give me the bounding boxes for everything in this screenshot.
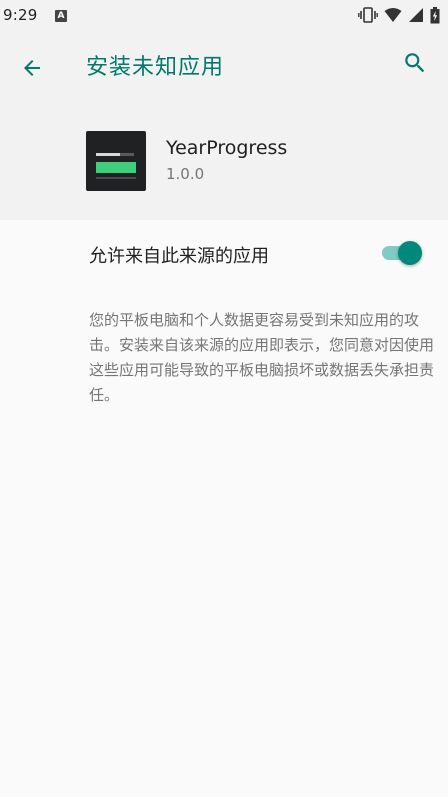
app-name: YearProgress — [166, 137, 288, 159]
search-button[interactable] — [400, 50, 430, 80]
vibrate-icon — [358, 6, 378, 24]
app-icon — [86, 131, 146, 191]
app-version: 1.0.0 — [166, 165, 205, 183]
notification-icon: A — [55, 10, 67, 22]
allow-from-source-switch[interactable] — [380, 239, 424, 267]
toggle-label: 允许来自此来源的应用 — [89, 246, 269, 267]
switch-thumb — [398, 241, 422, 265]
back-arrow-icon — [20, 56, 44, 84]
allow-from-source-toggle-row[interactable]: 允许来自此来源的应用 — [0, 222, 448, 284]
app-info-header: 安装未知应用 YearProgress 1.0.0 — [0, 32, 448, 220]
battery-icon — [430, 6, 440, 24]
wifi-icon — [384, 7, 402, 23]
page-title: 安装未知应用 — [86, 55, 225, 80]
signal-icon — [408, 7, 424, 23]
status-bar: 9:29 A — [0, 0, 448, 32]
status-icons — [358, 6, 440, 24]
status-time: 9:29 — [3, 6, 38, 24]
back-button[interactable] — [16, 54, 48, 86]
warning-description: 您的平板电脑和个人数据更容易受到未知应用的攻击。安装来自该来源的应用即表示，您同… — [89, 311, 435, 404]
search-icon — [402, 50, 428, 80]
